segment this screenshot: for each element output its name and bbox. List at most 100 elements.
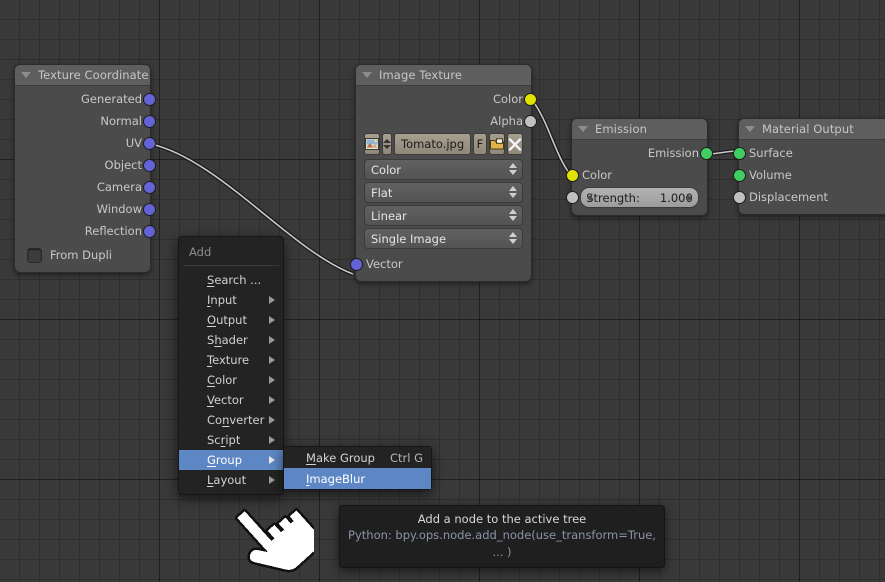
socket-label: Color: [492, 92, 523, 106]
submenu-arrow-icon: [269, 336, 275, 344]
chevron-updown-icon: [509, 208, 517, 221]
input-socket-row-vector[interactable]: Vector: [350, 253, 531, 275]
input-socket-volume[interactable]: [733, 169, 746, 182]
dropdown-row-color-space[interactable]: Color: [356, 158, 531, 181]
input-socket-row-volume[interactable]: Volume: [733, 164, 885, 186]
node-texture-coordinate[interactable]: Texture Coordinate Generated Normal UV O…: [14, 64, 156, 273]
image-name-field[interactable]: Tomato.jpg: [394, 133, 472, 155]
dropdown-projection[interactable]: Flat: [364, 182, 523, 203]
node-body: Surface Volume Displacement: [733, 140, 885, 214]
socket-label: Emission: [647, 146, 699, 160]
input-socket-surface[interactable]: [733, 147, 746, 160]
node-emission[interactable]: Emission Emission Color Strength: 1.000: [566, 118, 713, 216]
menu-item-texture[interactable]: Texture: [179, 350, 283, 370]
output-socket-row-camera[interactable]: Camera: [15, 176, 156, 198]
menu-item-script[interactable]: Script: [179, 430, 283, 450]
submenu-item-label: Make Group: [306, 450, 375, 465]
node-body: Generated Normal UV Object Camera Window…: [15, 86, 156, 272]
output-socket-camera[interactable]: [143, 181, 156, 194]
menu-item-group[interactable]: Group: [179, 450, 283, 470]
socket-label: Alpha: [490, 114, 523, 128]
dropdown-row-source[interactable]: Single Image: [356, 227, 531, 250]
node-header-emission[interactable]: Emission: [572, 119, 707, 140]
input-socket-strength[interactable]: [566, 191, 579, 204]
spinner-up-icon: [383, 139, 391, 143]
output-socket-row-color[interactable]: Color: [356, 88, 537, 110]
output-socket-row-generated[interactable]: Generated: [15, 88, 156, 110]
output-socket-window[interactable]: [143, 203, 156, 216]
from-dupli-checkbox-row[interactable]: From Dupli: [15, 242, 150, 266]
node-title: Emission: [595, 122, 647, 136]
menu-item-color[interactable]: Color: [179, 370, 283, 390]
unlink-x-icon: [508, 137, 522, 151]
image-browse-spinner[interactable]: [382, 133, 392, 155]
menu-item-search[interactable]: Search ...: [179, 270, 283, 290]
output-socket-normal[interactable]: [143, 115, 156, 128]
output-socket-alpha[interactable]: [524, 115, 537, 128]
collapse-triangle-icon[interactable]: [745, 126, 755, 132]
output-socket-generated[interactable]: [143, 93, 156, 106]
output-socket-row-normal[interactable]: Normal: [15, 110, 156, 132]
dropdown-color-space[interactable]: Color: [364, 159, 523, 180]
input-socket-row-displacement[interactable]: Displacement: [733, 186, 885, 208]
output-socket-row-uv[interactable]: UV: [15, 132, 156, 154]
submenu-item-make-group[interactable]: Make Group Ctrl G: [284, 447, 431, 468]
output-socket-object[interactable]: [143, 159, 156, 172]
output-socket-row-reflection[interactable]: Reflection: [15, 220, 156, 242]
node-header-texture-coordinate[interactable]: Texture Coordinate: [15, 65, 150, 86]
menu-item-input[interactable]: Input: [179, 290, 283, 310]
output-socket-row-window[interactable]: Window: [15, 198, 156, 220]
image-datablock-row[interactable]: Tomato.jpg F: [356, 132, 531, 158]
output-socket-color[interactable]: [524, 93, 537, 106]
input-socket-displacement[interactable]: [733, 191, 746, 204]
submenu-item-imageblur[interactable]: ImageBlur: [284, 468, 431, 489]
strength-slider[interactable]: Strength: 1.000: [580, 187, 699, 208]
input-socket-color[interactable]: [566, 169, 579, 182]
from-dupli-checkbox[interactable]: [27, 247, 42, 263]
add-menu[interactable]: Add Search ... Input Output Shader Textu…: [178, 236, 284, 495]
output-socket-uv[interactable]: [143, 137, 156, 150]
image-datablock-icon[interactable]: [364, 133, 380, 155]
menu-item-shader[interactable]: Shader: [179, 330, 283, 350]
dropdown-row-projection[interactable]: Flat: [356, 181, 531, 204]
output-socket-row-object[interactable]: Object: [15, 154, 156, 176]
pointing-hand-cursor: [228, 494, 323, 578]
socket-label: Normal: [100, 114, 142, 128]
input-socket-row-color[interactable]: Color: [566, 164, 707, 186]
submenu-arrow-icon: [269, 476, 275, 484]
output-socket-reflection[interactable]: [143, 225, 156, 238]
menu-item-converter[interactable]: Converter: [179, 410, 283, 430]
strength-slider-row[interactable]: Strength: 1.000: [566, 186, 707, 209]
dropdown-source[interactable]: Single Image: [364, 228, 523, 249]
decrement-arrow-icon[interactable]: [587, 193, 592, 202]
node-header-material-output[interactable]: Material Output: [739, 119, 885, 140]
menu-item-layout[interactable]: Layout: [179, 470, 283, 490]
input-socket-row-surface[interactable]: Surface: [733, 142, 885, 164]
output-socket-emission[interactable]: [700, 147, 713, 160]
dropdown-row-interpolation[interactable]: Linear: [356, 204, 531, 227]
socket-label: Vector: [366, 257, 403, 271]
menu-item-label: Input: [207, 293, 237, 307]
menu-item-output[interactable]: Output: [179, 310, 283, 330]
node-header-image-texture[interactable]: Image Texture: [356, 65, 531, 86]
output-socket-row-emission[interactable]: Emission: [572, 142, 713, 164]
collapse-triangle-icon[interactable]: [362, 72, 372, 78]
chevron-updown-icon: [509, 231, 517, 244]
collapse-triangle-icon[interactable]: [578, 126, 588, 132]
node-material-output[interactable]: Material Output Surface Volume Displacem…: [733, 118, 885, 215]
increment-arrow-icon[interactable]: [687, 193, 692, 202]
pointing-hand-cursor-icon: [234, 507, 323, 573]
dropdown-interpolation[interactable]: Linear: [364, 205, 523, 226]
unlink-image-button[interactable]: [506, 133, 523, 155]
output-socket-row-alpha[interactable]: Alpha: [356, 110, 537, 132]
menu-divider: [183, 265, 279, 266]
menu-item-label: Layout: [207, 473, 247, 487]
node-image-texture[interactable]: Image Texture Color Alpha Tomato.jpg F C…: [350, 64, 537, 282]
fake-user-button[interactable]: F: [473, 133, 487, 155]
submenu-arrow-icon: [269, 396, 275, 404]
input-socket-vector[interactable]: [350, 258, 363, 271]
open-image-button[interactable]: [488, 133, 505, 155]
menu-item-vector[interactable]: Vector: [179, 390, 283, 410]
group-submenu[interactable]: Make Group Ctrl G ImageBlur: [283, 446, 432, 490]
collapse-triangle-icon[interactable]: [21, 72, 31, 78]
